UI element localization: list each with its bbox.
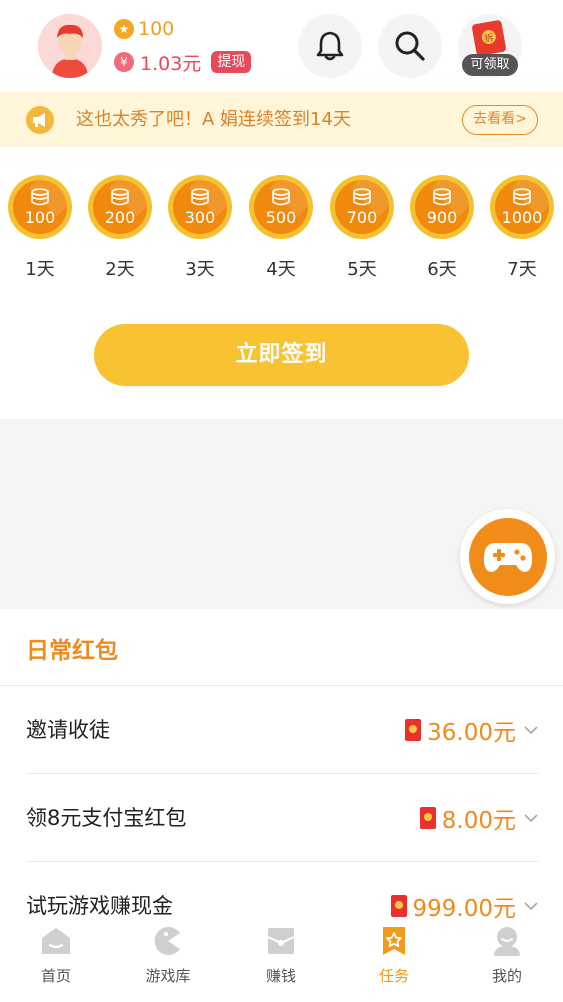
tab-earn[interactable]: 赚钱 — [225, 919, 337, 1002]
coin-reward-icon: 1000 — [490, 175, 554, 239]
day-reward-amount: 700 — [346, 208, 378, 227]
floating-game-button[interactable] — [460, 509, 555, 604]
reward-amount: 36.00元 — [427, 720, 516, 746]
coin-balance: ★ 100 — [114, 16, 174, 42]
day-label: 1天 — [25, 259, 55, 280]
tab-label: 游戏库 — [145, 967, 191, 985]
day-reward-amount: 1000 — [501, 208, 543, 227]
task-name: 试玩游戏赚现金 — [26, 894, 173, 918]
day-label: 6天 — [427, 259, 457, 280]
task-name: 邀请收徒 — [26, 718, 110, 742]
coin-stack-icon — [353, 188, 371, 206]
tab-game-library[interactable]: 游戏库 — [112, 919, 224, 1002]
tab-profile[interactable]: 我的 — [451, 919, 563, 1002]
coin-stack-icon — [191, 188, 209, 206]
coin-reward-icon: 200 — [88, 175, 152, 239]
task-icon — [383, 927, 405, 955]
coin-reward-icon: 100 — [8, 175, 72, 239]
section-title: 日常红包 — [26, 638, 118, 664]
day-label: 2天 — [105, 259, 135, 280]
reward-amount: 999.00元 — [412, 896, 516, 919]
home-icon — [42, 928, 70, 954]
search-icon — [395, 31, 425, 61]
coin-stack-icon — [433, 188, 451, 206]
tab-label: 任务 — [378, 967, 409, 985]
checkin-section: 100 1天 200 2天 300 3天 500 4天 700 5天 900 6… — [0, 147, 563, 419]
tab-label: 赚钱 — [265, 967, 296, 985]
coin-stack-icon — [31, 188, 49, 206]
chevron-down-icon — [524, 726, 538, 735]
checkin-day[interactable]: 1000 7天 — [490, 175, 554, 281]
day-label: 5天 — [347, 259, 377, 280]
coin-reward-icon: 900 — [410, 175, 474, 239]
notice-text: 这也太秀了吧！A 娟连续签到14天 — [76, 109, 351, 130]
tab-home[interactable]: 首页 — [0, 919, 112, 1002]
coin-stack-icon — [111, 188, 129, 206]
notice-view-button[interactable]: 去看看> — [462, 105, 538, 135]
red-packet-seal: 拆 — [480, 28, 497, 46]
tab-tasks[interactable]: 任务 — [338, 919, 450, 1002]
checkin-day[interactable]: 700 5天 — [330, 175, 394, 281]
search-button[interactable] — [378, 14, 442, 78]
checkin-button[interactable]: 立即签到 — [94, 324, 469, 386]
day-reward-amount: 100 — [24, 208, 56, 227]
notification-button[interactable] — [298, 14, 362, 78]
red-envelope-icon — [419, 807, 436, 829]
coin-count: 100 — [138, 18, 175, 40]
day-reward-amount: 900 — [426, 208, 458, 227]
list-item[interactable]: 邀请收徒 36.00元 — [26, 686, 538, 774]
task-name: 领8元支付宝红包 — [26, 806, 187, 830]
checkin-day[interactable]: 500 4天 — [249, 175, 313, 281]
coin-reward-icon: 500 — [249, 175, 313, 239]
day-reward-amount: 500 — [265, 208, 297, 227]
money-balance: ¥ 1.03元 提现 — [114, 49, 252, 75]
claimable-label: 可领取 — [462, 54, 518, 76]
checkin-day[interactable]: 200 2天 — [88, 175, 152, 281]
game-library-icon — [154, 927, 180, 955]
list-item[interactable]: 领8元支付宝红包 8.00元 — [26, 774, 538, 862]
star-coin-icon: ★ — [114, 19, 134, 39]
chevron-down-icon — [524, 814, 538, 823]
notice-bar: 这也太秀了吧！A 娟连续签到14天 去看看> — [0, 92, 563, 147]
yuan-icon: ¥ — [114, 52, 134, 72]
megaphone-icon — [26, 106, 54, 134]
day-label: 7天 — [507, 259, 537, 280]
bottom-tab-bar: 首页 游戏库 赚钱 任务 我的 — [0, 919, 563, 1002]
checkin-day[interactable]: 300 3天 — [168, 175, 232, 281]
coin-stack-icon — [513, 188, 531, 206]
earn-icon — [267, 928, 295, 954]
coin-reward-icon: 700 — [330, 175, 394, 239]
profile-icon — [494, 927, 520, 956]
daily-redpacket-section: 日常红包 邀请收徒 36.00元 领8元支付宝红包 8.00元 试玩游戏赚现金 … — [0, 609, 563, 919]
coin-stack-icon — [272, 188, 290, 206]
checkin-day[interactable]: 900 6天 — [410, 175, 474, 281]
gamepad-icon — [483, 542, 532, 572]
header: ★ 100 ¥ 1.03元 提现 拆 可领取 — [0, 0, 563, 92]
coin-reward-icon: 300 — [168, 175, 232, 239]
tab-label: 首页 — [40, 967, 71, 985]
list-item[interactable]: 试玩游戏赚现金 999.00元 — [26, 862, 538, 919]
day-reward-amount: 200 — [104, 208, 136, 227]
tab-label: 我的 — [491, 967, 522, 985]
withdraw-button[interactable]: 提现 — [211, 51, 252, 73]
redpacket-claim-button[interactable]: 拆 可领取 — [458, 14, 522, 78]
bell-icon — [316, 31, 344, 61]
red-envelope-icon — [390, 895, 407, 917]
red-packet-icon: 拆 — [471, 19, 507, 57]
avatar[interactable] — [38, 14, 102, 78]
red-envelope-icon — [405, 719, 422, 741]
reward-amount: 8.00元 — [441, 808, 516, 834]
checkin-day[interactable]: 100 1天 — [8, 175, 72, 281]
day-label: 3天 — [185, 259, 215, 280]
chevron-down-icon — [524, 902, 538, 911]
money-amount: 1.03元 — [140, 52, 202, 75]
day-reward-amount: 300 — [184, 208, 216, 227]
avatar-illustration — [38, 14, 102, 78]
day-label: 4天 — [266, 259, 296, 280]
